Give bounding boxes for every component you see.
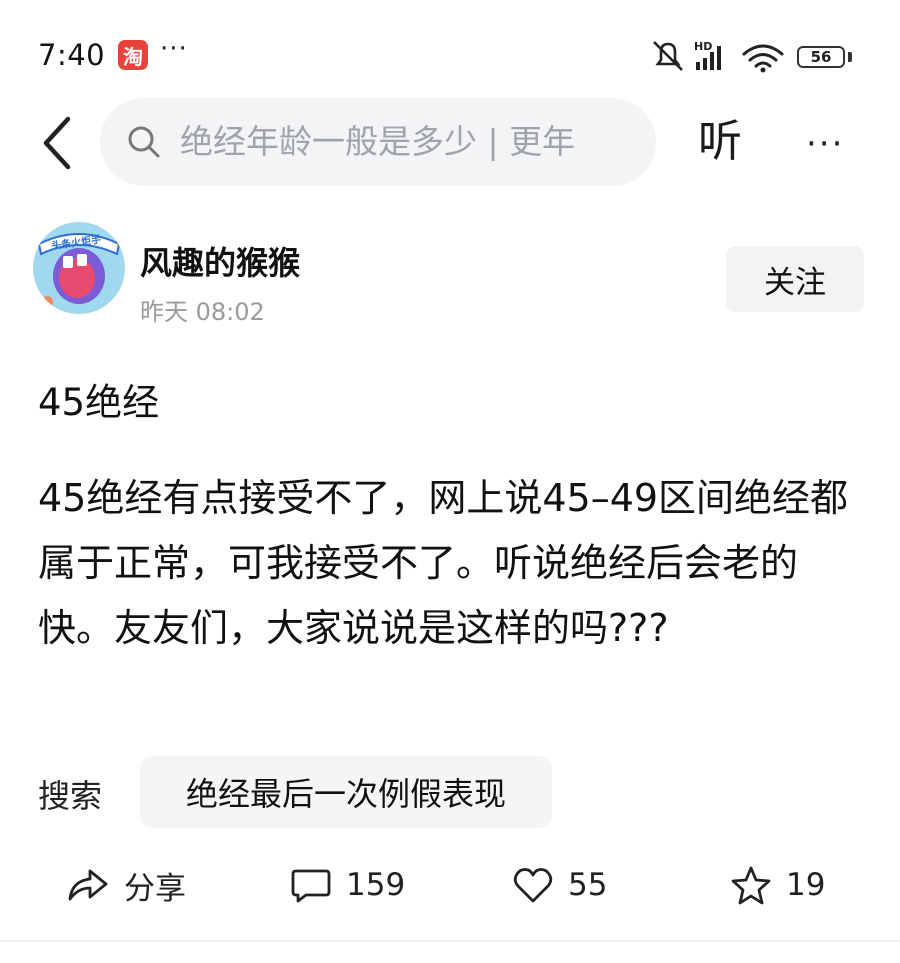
- search-suggestion-label: 搜索: [38, 777, 103, 815]
- notification-more-icon: ···: [160, 34, 188, 64]
- comment-button[interactable]: 159: [290, 860, 405, 910]
- post-time: 昨天 08:02: [140, 298, 265, 326]
- listen-button[interactable]: 听: [698, 112, 742, 172]
- taobao-notification-icon: 淘: [118, 40, 148, 70]
- search-placeholder-text: 绝经年龄一般是多少 | 更年: [180, 122, 576, 161]
- follow-button[interactable]: 关注: [726, 246, 864, 312]
- search-suggestion-chip[interactable]: 绝经最后一次例假表现: [140, 756, 552, 828]
- comment-icon: [291, 869, 331, 903]
- mute-icon: [653, 41, 683, 71]
- share-label: 分享: [124, 870, 186, 907]
- like-count: 55: [568, 867, 608, 903]
- star-icon: [731, 866, 771, 905]
- battery-indicator: 56: [797, 46, 845, 68]
- share-button[interactable]: 分享: [66, 860, 186, 910]
- status-time: 7:40: [38, 38, 106, 72]
- battery-tip: [848, 52, 852, 62]
- back-arrow-icon[interactable]: [38, 115, 78, 171]
- wifi-icon: [742, 44, 784, 68]
- author-name[interactable]: 风趣的猴猴: [140, 238, 300, 284]
- favorite-button[interactable]: 19: [730, 860, 825, 910]
- more-options-icon[interactable]: ···: [806, 124, 844, 164]
- bottom-divider: [0, 940, 900, 942]
- search-icon: [128, 126, 160, 158]
- comment-count: 159: [346, 867, 406, 903]
- author-avatar[interactable]: 头条火炬手: [33, 222, 125, 314]
- hd-label: HD: [694, 40, 712, 53]
- post-title: 45绝经: [38, 381, 160, 424]
- share-icon: [68, 869, 108, 901]
- heart-icon: [513, 868, 553, 903]
- like-button[interactable]: 55: [512, 860, 607, 910]
- post-body: 45绝经有点接受不了，网上说45–49区间绝经都属于正常，可我接受不了。听说绝经…: [38, 476, 849, 650]
- search-bar[interactable]: 绝经年龄一般是多少 | 更年: [100, 98, 656, 186]
- status-icons: HD: [653, 40, 784, 73]
- favorite-count: 19: [786, 867, 826, 903]
